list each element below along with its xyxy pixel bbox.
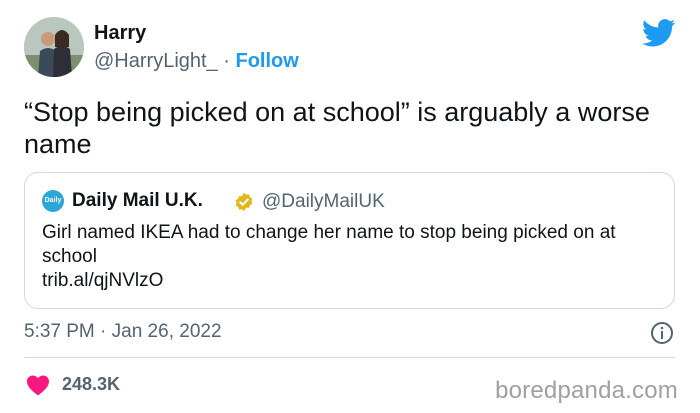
quoted-tweet-text: Girl named IKEA had to change her name t… (42, 222, 616, 267)
quoted-tweet-body: Girl named IKEA had to change her name t… (42, 221, 652, 293)
twitter-bird-icon[interactable] (642, 19, 676, 47)
tweet-timestamp[interactable]: 5:37 PM · Jan 26, 2022 (24, 321, 222, 343)
author-handle[interactable]: @HarryLight_ (94, 50, 218, 72)
heart-icon[interactable] (26, 374, 50, 396)
author-name[interactable]: Harry (94, 22, 146, 45)
author-avatar[interactable] (24, 17, 84, 77)
verified-badge-icon (235, 192, 253, 212)
follow-button[interactable]: Follow (235, 50, 298, 72)
divider (24, 357, 675, 358)
separator-dot: · (223, 50, 230, 72)
like-count[interactable]: 248.3K (62, 374, 120, 395)
quoted-tweet-card[interactable]: Daily Mail Daily Mail U.K. @DailyMailUK … (24, 172, 675, 309)
quoted-author-name: Daily Mail U.K. (72, 190, 203, 211)
daily-mail-logo: Daily Mail (42, 190, 64, 212)
info-icon[interactable] (650, 321, 674, 345)
quoted-tweet-link[interactable]: trib.al/qjNVlzO (42, 269, 652, 293)
author-handle-row: @HarryLight_ · Follow (94, 50, 299, 73)
tweet-text: “Stop being picked on at school” is argu… (24, 97, 650, 159)
quoted-author-handle: @DailyMailUK (262, 191, 385, 212)
watermark: boredpanda.com (495, 377, 678, 404)
